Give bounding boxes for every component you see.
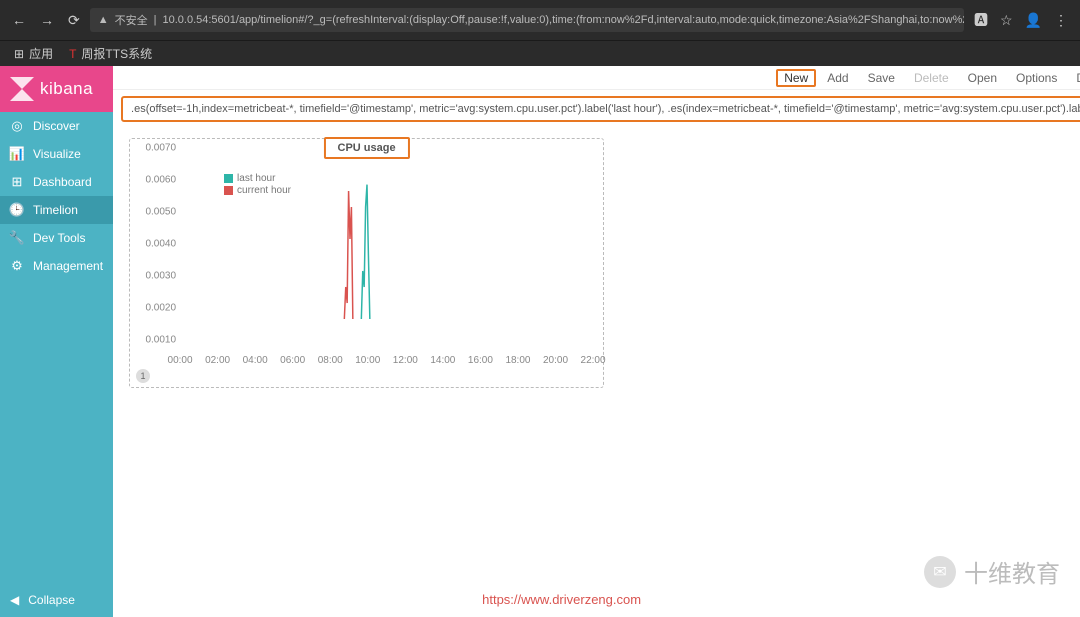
footer-link[interactable]: https://www.driverzeng.com bbox=[482, 592, 641, 607]
apps-icon: ⊞ bbox=[14, 47, 24, 61]
sidebar-item-label: Discover bbox=[33, 119, 80, 133]
sidebar-item-visualize[interactable]: 📊 Visualize bbox=[0, 140, 113, 168]
chart-body: 0.00100.00200.00300.00400.00500.00600.00… bbox=[140, 159, 593, 369]
sidebar-item-discover[interactable]: ◎ Discover bbox=[0, 112, 113, 140]
browser-top-bar: ← → ⟳ ▲ 不安全 | 10.0.0.54:5601/app/timelio… bbox=[0, 0, 1080, 40]
x-tick: 08:00 bbox=[318, 355, 343, 366]
x-tick: 00:00 bbox=[168, 355, 193, 366]
x-tick: 20:00 bbox=[543, 355, 568, 366]
add-button[interactable]: Add bbox=[819, 69, 856, 87]
profile-icon[interactable]: 👤 bbox=[1025, 12, 1042, 29]
open-button[interactable]: Open bbox=[960, 69, 1005, 87]
clock-icon: 🕒 bbox=[10, 203, 24, 217]
tts-bookmark[interactable]: T 周报TTS系统 bbox=[69, 45, 152, 62]
sidebar-item-label: Timelion bbox=[33, 203, 78, 217]
tts-label: 周报TTS系统 bbox=[81, 45, 152, 62]
insecure-icon: ▲ bbox=[98, 14, 109, 26]
x-tick: 22:00 bbox=[581, 355, 606, 366]
reload-icon[interactable]: ⟳ bbox=[68, 12, 80, 29]
x-tick: 06:00 bbox=[280, 355, 305, 366]
y-tick: 0.0060 bbox=[145, 175, 176, 186]
save-button[interactable]: Save bbox=[860, 69, 903, 87]
forward-icon[interactable]: → bbox=[40, 12, 54, 28]
y-tick: 0.0020 bbox=[145, 303, 176, 314]
browser-right-icons: 🅰 ☆ 👤 ⋮ bbox=[974, 10, 1068, 30]
dashboard-icon: ⊞ bbox=[10, 175, 24, 189]
legend-item-current-hour[interactable]: current hour bbox=[224, 185, 291, 196]
swatch-current-hour bbox=[224, 186, 233, 195]
legend-item-last-hour[interactable]: last hour bbox=[224, 173, 291, 184]
y-axis: 0.00100.00200.00300.00400.00500.00600.00… bbox=[140, 159, 180, 351]
x-tick: 10:00 bbox=[355, 355, 380, 366]
x-tick: 04:00 bbox=[243, 355, 268, 366]
docs-button[interactable]: Docs bbox=[1068, 69, 1080, 87]
delete-button: Delete bbox=[906, 69, 957, 87]
timelion-topbar: New Add Save Delete Open Options Docs ‹ … bbox=[113, 66, 1080, 90]
sidebar-item-devtools[interactable]: 🔧 Dev Tools bbox=[0, 224, 113, 252]
logo-mark-icon bbox=[10, 77, 34, 101]
chart-icon: 📊 bbox=[10, 147, 24, 161]
main-panel: New Add Save Delete Open Options Docs ‹ … bbox=[113, 66, 1080, 617]
chart-index: 1 bbox=[136, 369, 150, 383]
back-icon[interactable]: ← bbox=[12, 12, 26, 28]
translate-icon[interactable]: 🅰 bbox=[974, 10, 988, 30]
url-text: 10.0.0.54:5601/app/timelion#/?_g=(refres… bbox=[162, 14, 964, 26]
collapse-icon: ◀ bbox=[10, 593, 19, 607]
url-bar[interactable]: ▲ 不安全 | 10.0.0.54:5601/app/timelion#/?_g… bbox=[90, 8, 964, 32]
y-tick: 0.0050 bbox=[145, 207, 176, 218]
kibana-logo[interactable]: kibana bbox=[0, 66, 113, 112]
sidebar: kibana ◎ Discover 📊 Visualize ⊞ Dashboar… bbox=[0, 66, 113, 617]
timelion-expression-input[interactable]: .es(offset=-1h,index=metricbeat-*, timef… bbox=[121, 96, 1080, 122]
star-icon[interactable]: ☆ bbox=[1000, 12, 1013, 29]
logo-text: kibana bbox=[40, 79, 93, 99]
swatch-last-hour bbox=[224, 174, 233, 183]
query-bar: .es(offset=-1h,index=metricbeat-*, timef… bbox=[113, 90, 1080, 128]
apps-bookmark[interactable]: ⊞ 应用 bbox=[14, 45, 53, 62]
y-tick: 0.0040 bbox=[145, 239, 176, 250]
legend-label: last hour bbox=[237, 173, 275, 184]
sidebar-item-label: Dev Tools bbox=[33, 231, 85, 245]
y-tick: 0.0030 bbox=[145, 271, 176, 282]
plot-area: last hour current hour bbox=[180, 159, 588, 351]
watermark-text: 十维教育 bbox=[964, 554, 1060, 589]
wrench-icon: 🔧 bbox=[10, 231, 24, 245]
new-button[interactable]: New bbox=[776, 69, 816, 87]
legend: last hour current hour bbox=[224, 173, 291, 197]
gear-icon: ⚙ bbox=[10, 259, 24, 273]
insecure-label: 不安全 bbox=[115, 12, 148, 28]
sidebar-item-management[interactable]: ⚙ Management bbox=[0, 252, 113, 280]
y-tick: 0.0010 bbox=[145, 335, 176, 346]
sidebar-item-label: Dashboard bbox=[33, 175, 92, 189]
chart-title: CPU usage bbox=[324, 137, 410, 159]
browser-nav: ← → ⟳ bbox=[12, 12, 80, 29]
x-tick: 02:00 bbox=[205, 355, 230, 366]
x-tick: 16:00 bbox=[468, 355, 493, 366]
tts-icon: T bbox=[69, 47, 76, 61]
wechat-icon: ✉ bbox=[924, 556, 956, 588]
x-tick: 14:00 bbox=[430, 355, 455, 366]
sidebar-item-dashboard[interactable]: ⊞ Dashboard bbox=[0, 168, 113, 196]
sidebar-item-label: Visualize bbox=[33, 147, 81, 161]
sidebar-collapse[interactable]: ◀ Collapse bbox=[0, 583, 113, 617]
collapse-label: Collapse bbox=[28, 593, 75, 607]
sidebar-item-timelion[interactable]: 🕒 Timelion bbox=[0, 196, 113, 224]
sidebar-item-label: Management bbox=[33, 259, 103, 273]
menu-icon[interactable]: ⋮ bbox=[1054, 12, 1068, 29]
url-separator: | bbox=[154, 14, 157, 26]
x-axis: 00:0002:0004:0006:0008:0010:0012:0014:00… bbox=[180, 355, 593, 369]
x-tick: 18:00 bbox=[505, 355, 530, 366]
y-tick: 0.0070 bbox=[145, 143, 176, 154]
bookmark-bar: ⊞ 应用 T 周报TTS系统 bbox=[0, 40, 1080, 66]
chart-area: CPU usage 0.0010 0.0020 0.0030 0.0040 0.0050… bbox=[113, 128, 1080, 398]
series-line bbox=[344, 191, 353, 319]
apps-label: 应用 bbox=[29, 45, 53, 62]
options-button[interactable]: Options bbox=[1008, 69, 1065, 87]
legend-label: current hour bbox=[237, 185, 291, 196]
chart-panel[interactable]: CPU usage 0.0010 0.0020 0.0030 0.0040 0.0050… bbox=[129, 138, 604, 388]
watermark: ✉ 十维教育 bbox=[924, 554, 1060, 589]
compass-icon: ◎ bbox=[10, 119, 24, 133]
series-line bbox=[361, 185, 369, 319]
x-tick: 12:00 bbox=[393, 355, 418, 366]
